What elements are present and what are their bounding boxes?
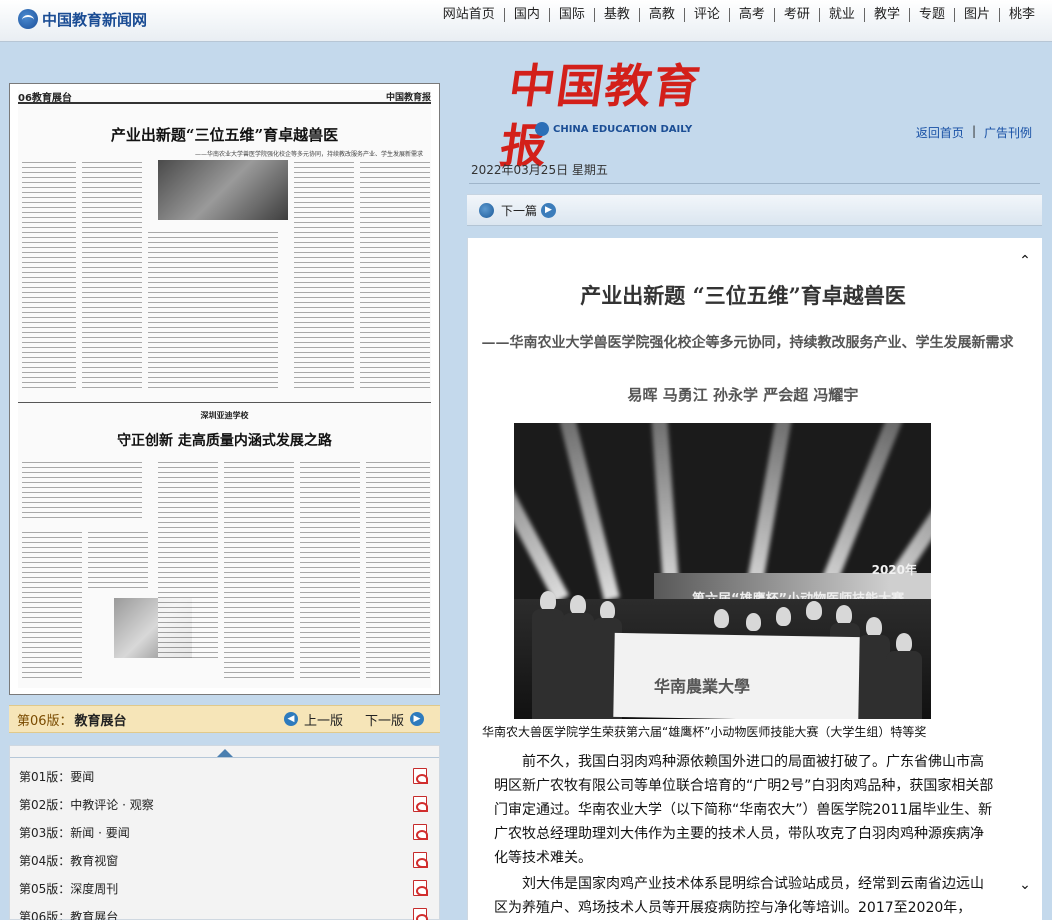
paper-text-column [360,160,430,390]
nav-link-photos[interactable]: 图片 [953,8,999,22]
article-subtitle: ——华南农业大学兽医学院强化校企等多元协同，持续教改服务产业、学生发展新需求 [481,335,1014,351]
pdf-icon[interactable] [413,824,428,840]
site-logo[interactable]: 中国教育新闻网 [18,7,147,31]
next-article-link[interactable]: 下一篇 [501,202,537,219]
nav-link-commentary[interactable]: 评论 [683,8,729,22]
page-list-item[interactable]: 第02版：中教评论 · 观察 [10,790,439,818]
nav-link-home[interactable]: 网站首页 [434,8,504,22]
next-edition-icon[interactable]: ▶ [410,712,424,726]
pdf-icon[interactable] [413,908,428,920]
previous-edition-icon[interactable]: ◀ [283,712,298,726]
page-list-item-label[interactable]: 第05版：深度周刊 [19,880,118,897]
issue-date: 2022年03月25日 星期五 [469,163,1040,184]
article-photo: 2020年 第六届“雄鹰杯”小动物医师技能大赛 华南農業大學 [514,423,931,719]
paper-text-column [224,460,294,680]
site-logo-text: 中国教育新闻网 [42,10,148,29]
paper-text-column [22,160,76,390]
page-list-item-label[interactable]: 第06版：教育展台 [19,908,118,920]
current-edition-name: 教育展台 [74,713,127,729]
nav-link-postgraduate[interactable]: 考研 [773,8,819,22]
masthead-english-text: CHINA EDUCATION DAILY [553,123,693,135]
newspaper-page-thumbnail[interactable]: 06教育展台 中国教育报 产业出新题“三位五维”育卓越兽医 ——华南农业大学兽医… [9,83,440,695]
page-list-item-label[interactable]: 第03版：新闻 · 要闻 [19,824,130,841]
paper-text-column [148,230,278,390]
paper-text-column [294,160,354,390]
page-list-item[interactable]: 第01版：要闻 [10,762,439,790]
paper-text-column [158,460,218,660]
page-list-item[interactable]: 第04版：教育视窗 [10,846,439,874]
photo-caption: 华南农大兽医学院学生荣获第六届“雄鹰杯”小动物医师技能大赛（大学生组）特等奖 [482,725,927,739]
masthead-english: CHINA EDUCATION DAILY [535,122,692,136]
paper-school-label: 深圳亚迪学校 [200,411,249,420]
paper-masthead: 中国教育报 [385,92,431,103]
nav-link-gaokao[interactable]: 高考 [728,8,774,22]
next-edition-link[interactable]: 下一版 [365,710,404,729]
paper-text-column [366,460,430,680]
newspaper-page-content: 06教育展台 中国教育报 产业出新题“三位五维”育卓越兽医 ——华南农业大学兽医… [18,90,431,688]
nav-link-basic-education[interactable]: 基教 [593,8,639,22]
stage-screen-year: 2020年 [871,563,917,577]
article-authors: 易晖 马勇江 孙永学 严会超 冯耀宇 [627,386,859,404]
nav-link-higher-education[interactable]: 高教 [638,8,684,22]
edition-bar: 第06版： 教育展台 ◀ 上一版 下一版 ▶ [9,705,440,733]
paper-subheadline: ——华南农业大学兽医学院强化校企等多元协同，持续教改服务产业、学生发展新需求 [194,151,423,158]
paper-edition-label: 06教育展台 [18,92,72,104]
paper-headline-2: 守正创新 走高质量内涵式发展之路 [117,433,332,449]
nav-link-international[interactable]: 国际 [548,8,594,22]
current-edition-label: 第06版： [17,713,73,729]
link-separator: | [971,124,976,138]
page-list-item[interactable]: 第06版：教育展台 [10,902,439,920]
nav-link-domestic[interactable]: 国内 [503,8,549,22]
nav-link-taoli[interactable]: 桃李 [998,8,1044,22]
nav-link-employment[interactable]: 就业 [818,8,864,22]
paper-text-column [300,460,360,680]
globe-logo-icon [18,9,38,29]
edition-navigation: ◀ 上一版 下一版 ▶ [283,710,424,729]
masthead-title: 中国教育报 [496,59,706,173]
article-nav-bar: 下一篇 ▶ [467,194,1042,226]
top-links: 返回首页 | 广告刊例 [916,124,1032,141]
nav-link-teaching[interactable]: 教学 [863,8,909,22]
scroll-up-arrow-icon[interactable] [216,749,233,757]
masthead-globe-icon [535,122,549,136]
scroll-down-icon[interactable]: ⌄ [1018,878,1032,892]
page-list-item[interactable]: 第03版：新闻 · 要闻 [10,818,439,846]
top-navigation-bar: 中国教育新闻网 网站首页 国内 国际 基教 高教 评论 高考 考研 就业 教学 … [0,0,1052,42]
article-title: 产业出新题 “三位五维”育卓越兽医 [580,283,906,308]
article-panel: ⌃ ⌄ 产业出新题 “三位五维”育卓越兽医 ——华南农业大学兽医学院强化校企等多… [467,238,1042,920]
pdf-icon[interactable] [413,796,428,812]
article-paragraph: 刘大伟是国家肉鸡产业技术体系昆明综合试验站成员，经常到云南省边远山区为养殖户、鸡… [494,876,984,916]
paper-text-column [22,530,82,680]
page-list-item-label[interactable]: 第02版：中教评论 · 观察 [19,796,154,813]
page-list: 第01版：要闻 第02版：中教评论 · 观察 第03版：新闻 · 要闻 第04版… [9,745,440,920]
scroll-up-icon[interactable]: ⌃ [1018,254,1032,268]
paper-text-column [88,530,148,590]
newspaper-masthead: 中国教育报 CHINA EDUCATION DAILY [497,56,720,173]
paper-headline: 产业出新题“三位五维”育卓越兽医 [110,126,339,144]
back-home-link[interactable]: 返回首页 [916,124,964,141]
page-list-item-label[interactable]: 第04版：教育视窗 [19,852,118,869]
pdf-icon[interactable] [413,852,428,868]
ad-rates-link[interactable]: 广告刊例 [984,124,1032,141]
article-paragraph: 前不久，我国白羽肉鸡种源依赖国外进口的局面被打破了。广东省佛山市高明区新广农牧有… [494,754,994,866]
next-arrow-icon[interactable]: ▶ [541,202,557,218]
pdf-icon[interactable] [413,768,428,784]
paper-text-column [22,460,142,520]
nav-link-topics[interactable]: 专题 [908,8,954,22]
page-list-item[interactable]: 第05版：深度周刊 [10,874,439,902]
university-banner-text: 华南農業大學 [654,677,751,696]
pdf-icon[interactable] [413,880,428,896]
paper-divider [18,402,431,403]
paper-text-column [82,160,142,390]
main-nav: 网站首页 国内 国际 基教 高教 评论 高考 考研 就业 教学 专题 图片 桃李 [434,8,1044,22]
home-circle-icon [479,202,494,218]
previous-edition-link[interactable]: 上一版 [304,710,343,729]
paper-photo [158,160,288,220]
page-list-item-label[interactable]: 第01版：要闻 [19,768,94,785]
paper-header: 06教育展台 中国教育报 [18,90,431,104]
